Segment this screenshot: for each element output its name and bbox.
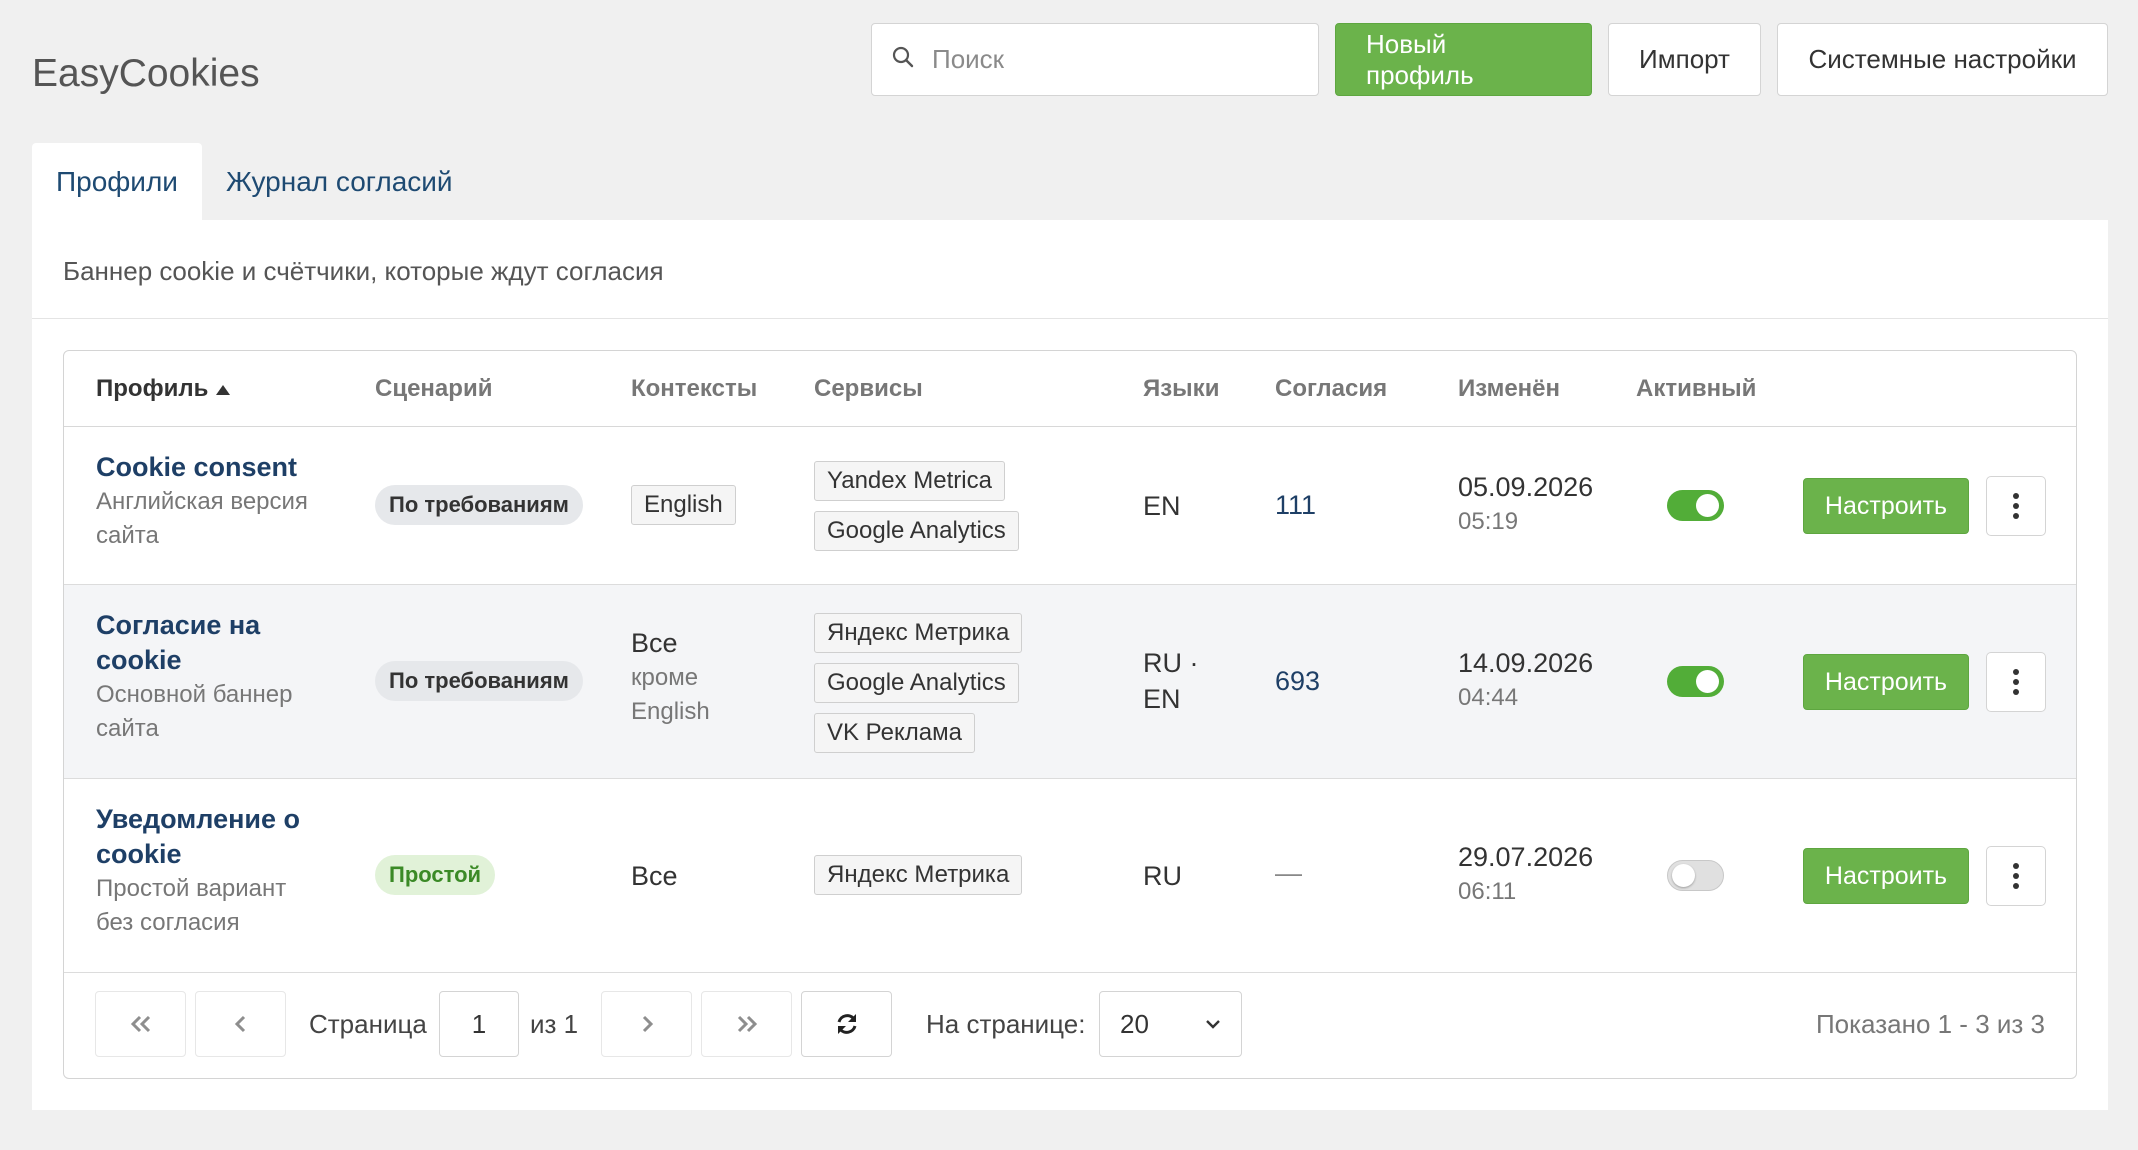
service-tag: Google Analytics — [814, 663, 1019, 703]
system-settings-button[interactable]: Системные настройки — [1777, 23, 2108, 96]
modified-date: 05.09.2026 — [1458, 472, 1594, 502]
scenario-badge: Простой — [375, 855, 496, 895]
page-number-input[interactable] — [439, 991, 519, 1057]
column-header-modified[interactable]: Изменён — [1458, 375, 1560, 403]
profile-name-link[interactable]: Согласие на cookie — [96, 608, 306, 678]
service-tag: Яндекс Метрика — [814, 855, 1023, 895]
contexts-main: Все — [631, 628, 678, 658]
languages: EN — [1143, 491, 1181, 521]
new-profile-button[interactable]: Новый профиль — [1335, 23, 1592, 96]
kebab-menu-icon[interactable] — [1986, 652, 2046, 712]
next-page-icon — [642, 1015, 653, 1033]
modified-date: 14.09.2026 — [1458, 648, 1594, 678]
configure-button[interactable]: Настроить — [1803, 478, 1969, 534]
search-box[interactable] — [871, 23, 1319, 96]
service-tag: Yandex Metrica — [814, 461, 1005, 501]
last-page-icon — [737, 1015, 757, 1033]
first-page-button[interactable] — [95, 991, 186, 1057]
scenario-badge: По требованиям — [375, 485, 583, 525]
languages: RU — [1143, 861, 1182, 891]
column-header-contexts[interactable]: Контексты — [631, 375, 757, 403]
contexts-sub: кроме English — [631, 664, 710, 725]
table-header: Профиль Сценарий Контексты Сервисы Языки… — [64, 351, 2076, 427]
refresh-icon — [837, 1014, 856, 1034]
column-header-services[interactable]: Сервисы — [814, 375, 923, 403]
profile-name-link[interactable]: Уведомление о cookie — [96, 802, 316, 872]
profiles-table: Профиль Сценарий Контексты Сервисы Языки… — [63, 350, 2077, 1079]
page-label: Страница — [309, 1009, 427, 1039]
modified-date: 29.07.2026 — [1458, 842, 1594, 872]
search-icon — [892, 46, 914, 73]
modified-time: 06:11 — [1458, 878, 1517, 905]
profile-name-link[interactable]: Cookie consent — [96, 450, 346, 485]
top-actions: Новый профиль Импорт Системные настройки — [871, 23, 2108, 96]
active-toggle[interactable] — [1667, 666, 1724, 697]
consents-count-link[interactable]: 693 — [1275, 666, 1320, 697]
kebab-menu-icon[interactable] — [1986, 846, 2046, 906]
pagination-bar: Страница из 1 На странице: 20 Показано 1… — [64, 971, 2076, 1078]
results-summary: Показано 1 - 3 из 3 — [1815, 1009, 2045, 1039]
toggle-knob — [1696, 494, 1719, 517]
active-toggle[interactable] — [1667, 860, 1724, 891]
toggle-knob — [1696, 670, 1719, 693]
service-tag: VK Реклама — [814, 713, 975, 753]
languages: RU · EN — [1143, 648, 1199, 714]
table-row: Cookie consent Английская версия сайта П… — [64, 427, 2076, 585]
app-title: EasyCookies — [32, 52, 260, 95]
search-input[interactable] — [932, 44, 1298, 75]
tab-bar: Профили Журнал согласий — [32, 143, 477, 220]
tab-profiles[interactable]: Профили — [32, 143, 202, 220]
configure-button[interactable]: Настроить — [1803, 654, 1969, 710]
modified-time: 04:44 — [1458, 684, 1519, 711]
toggle-knob — [1672, 864, 1695, 887]
panel-description: Баннер cookie и счётчики, которые ждут с… — [32, 220, 2108, 319]
refresh-button[interactable] — [801, 991, 892, 1057]
scenario-badge: По требованиям — [375, 661, 583, 701]
kebab-menu-icon[interactable] — [1986, 476, 2046, 536]
column-header-profile[interactable]: Профиль — [96, 375, 231, 403]
profile-description: Простой вариант без согласия — [96, 875, 287, 936]
service-tag: Яндекс Метрика — [814, 613, 1023, 653]
column-header-languages[interactable]: Языки — [1143, 375, 1219, 403]
service-tag: Google Analytics — [814, 511, 1019, 551]
per-page-label: На странице: — [926, 1009, 1086, 1039]
prev-page-icon — [234, 1015, 245, 1033]
column-header-consents[interactable]: Согласия — [1275, 375, 1387, 403]
tab-consent-log[interactable]: Журнал согласий — [202, 143, 477, 220]
prev-page-button[interactable] — [195, 991, 286, 1057]
profiles-panel: Баннер cookie и счётчики, которые ждут с… — [32, 220, 2108, 1110]
profile-description: Основной баннер сайта — [96, 681, 293, 742]
profile-description: Английская версия сайта — [96, 488, 308, 549]
table-row: Согласие на cookie Основной баннер сайта… — [64, 585, 2076, 779]
column-header-active[interactable]: Активный — [1636, 375, 1756, 403]
modified-time: 05:19 — [1458, 508, 1519, 535]
per-page-value: 20 — [1120, 1008, 1149, 1039]
page-total-label: из 1 — [530, 1009, 579, 1039]
chevron-down-icon — [1206, 1020, 1220, 1029]
context-tag: English — [631, 485, 736, 525]
import-button[interactable]: Импорт — [1608, 23, 1761, 96]
table-row: Уведомление о cookie Простой вариант без… — [64, 779, 2076, 973]
active-toggle[interactable] — [1667, 490, 1724, 521]
next-page-button[interactable] — [601, 991, 692, 1057]
configure-button[interactable]: Настроить — [1803, 848, 1969, 904]
last-page-button[interactable] — [701, 991, 792, 1057]
contexts-main: Все — [631, 861, 678, 891]
per-page-select[interactable]: 20 — [1099, 991, 1242, 1057]
consents-count: — — [1275, 858, 1302, 888]
first-page-icon — [130, 1015, 150, 1033]
sort-asc-icon — [216, 384, 231, 395]
column-header-scenario[interactable]: Сценарий — [375, 375, 492, 403]
consents-count-link[interactable]: 111 — [1275, 490, 1316, 521]
